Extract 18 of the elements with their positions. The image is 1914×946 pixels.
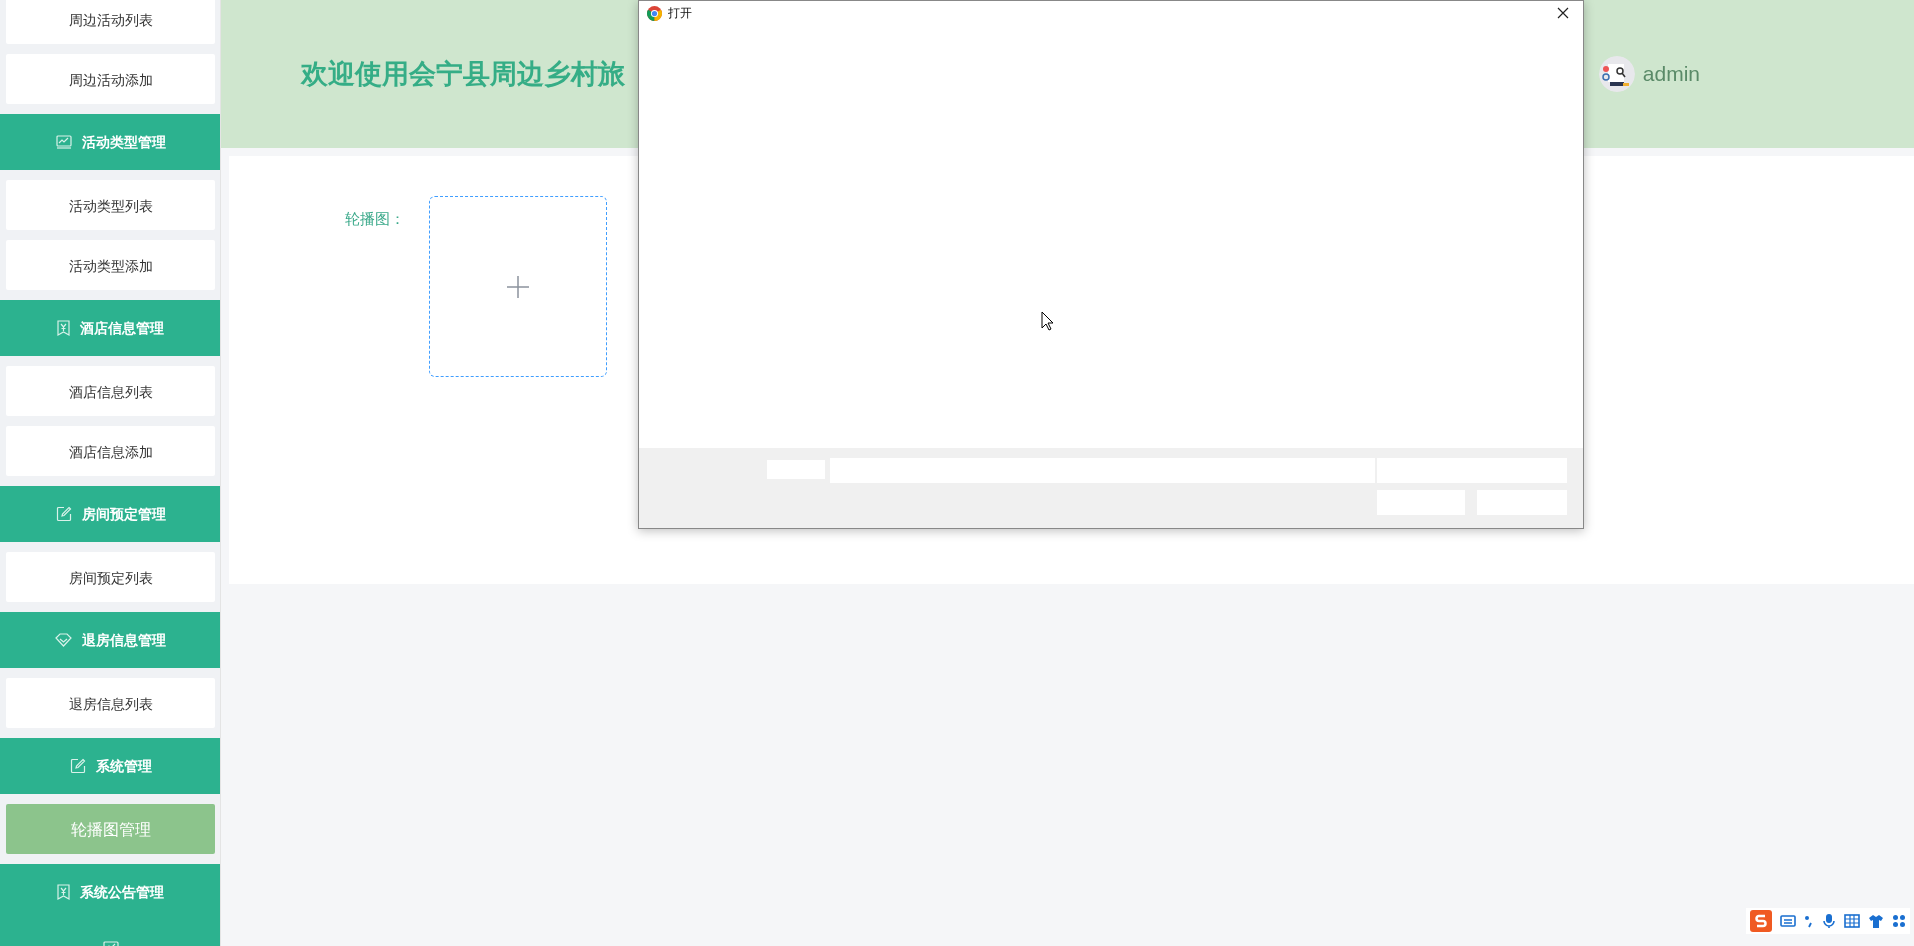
group-label: 房间预定管理	[81, 504, 166, 524]
dialog-title: 打开	[668, 5, 692, 22]
field-label: 轮播图：	[344, 209, 405, 229]
sidebar-item[interactable]: 周边活动列表	[6, 0, 215, 44]
sidebar-item[interactable]: 房间预定列表	[6, 552, 215, 602]
group-label: 退房信息管理	[82, 630, 166, 650]
sidebar-item[interactable]: 活动类型列表	[6, 180, 215, 230]
group-label: 酒店信息管理	[80, 318, 164, 338]
group-label: 系统公告管理	[80, 882, 164, 902]
page-title: 欢迎使用会宁县周边乡村旅	[301, 57, 625, 91]
group-label: 活动类型管理	[81, 132, 166, 152]
sidebar-item[interactable]: 活动类型添加	[6, 240, 215, 290]
sidebar-item[interactable]: 酒店信息列表	[6, 366, 215, 416]
username: admin	[1642, 61, 1700, 88]
sidebar-item[interactable]: 周边活动添加	[6, 54, 215, 104]
sidebar-item[interactable]: 酒店信息添加	[6, 426, 215, 476]
group-label: 系统管理	[95, 756, 152, 776]
sidebar-item[interactable]: 退房信息列表	[6, 678, 215, 728]
